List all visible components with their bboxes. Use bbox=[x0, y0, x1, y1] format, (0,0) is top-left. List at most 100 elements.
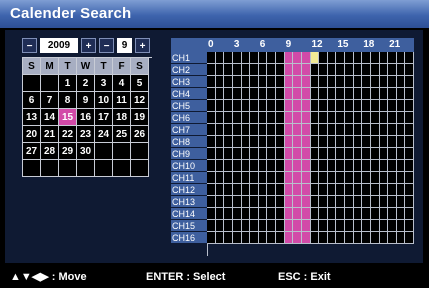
timeline-cell[interactable] bbox=[388, 52, 397, 64]
timeline-cell[interactable] bbox=[370, 52, 380, 64]
timeline-cell[interactable] bbox=[258, 76, 268, 88]
timeline-cell[interactable] bbox=[293, 172, 302, 184]
timeline-cell[interactable] bbox=[215, 124, 225, 136]
timeline-cell[interactable] bbox=[207, 184, 216, 196]
timeline-cell[interactable] bbox=[345, 76, 354, 88]
calendar-day[interactable]: 27 bbox=[23, 143, 41, 160]
timeline-cell[interactable] bbox=[301, 208, 311, 220]
timeline-cell[interactable] bbox=[345, 184, 354, 196]
timeline-cell[interactable] bbox=[379, 208, 389, 220]
timeline-cell[interactable] bbox=[284, 196, 294, 208]
timeline-cell[interactable] bbox=[362, 136, 371, 148]
timeline-cell[interactable] bbox=[293, 100, 302, 112]
timeline-cell[interactable] bbox=[319, 52, 328, 64]
timeline-cell[interactable] bbox=[301, 220, 311, 232]
timeline-cell[interactable] bbox=[362, 64, 371, 76]
timeline-cell[interactable] bbox=[241, 184, 251, 196]
timeline-cell[interactable] bbox=[379, 172, 389, 184]
timeline-cell[interactable] bbox=[215, 220, 225, 232]
timeline-cell[interactable] bbox=[241, 52, 251, 64]
calendar-day[interactable]: 4 bbox=[113, 75, 131, 92]
timeline-cell[interactable] bbox=[276, 232, 285, 244]
timeline-cell[interactable] bbox=[388, 88, 397, 100]
timeline-cell[interactable] bbox=[232, 124, 242, 136]
timeline-cell[interactable] bbox=[310, 220, 320, 232]
timeline-cell[interactable] bbox=[241, 64, 251, 76]
timeline-cell[interactable] bbox=[224, 208, 233, 220]
timeline-cell[interactable] bbox=[396, 172, 406, 184]
calendar-day[interactable]: 1 bbox=[59, 75, 77, 92]
timeline-cell[interactable] bbox=[207, 208, 216, 220]
timeline-cell[interactable] bbox=[327, 124, 337, 136]
timeline-cell[interactable] bbox=[345, 196, 354, 208]
timeline-cell[interactable] bbox=[345, 220, 354, 232]
timeline-cell[interactable] bbox=[284, 88, 294, 100]
timeline-cell[interactable] bbox=[284, 136, 294, 148]
timeline-cell[interactable] bbox=[370, 124, 380, 136]
timeline-cell[interactable] bbox=[396, 160, 406, 172]
timeline-cell[interactable] bbox=[241, 112, 251, 124]
timeline-cell[interactable] bbox=[336, 124, 345, 136]
timeline-cell[interactable] bbox=[250, 52, 259, 64]
timeline-cell[interactable] bbox=[405, 88, 414, 100]
timeline-cell[interactable] bbox=[345, 232, 354, 244]
timeline-cell[interactable] bbox=[258, 88, 268, 100]
timeline-cell[interactable] bbox=[388, 124, 397, 136]
timeline-cell[interactable] bbox=[276, 196, 285, 208]
timeline-cell[interactable] bbox=[284, 148, 294, 160]
timeline-cell[interactable] bbox=[379, 88, 389, 100]
timeline-cell[interactable] bbox=[319, 148, 328, 160]
timeline-cell[interactable] bbox=[207, 52, 216, 64]
calendar-day[interactable]: 25 bbox=[113, 126, 131, 143]
timeline-cell[interactable] bbox=[215, 184, 225, 196]
timeline-cell[interactable] bbox=[232, 64, 242, 76]
timeline-cell[interactable] bbox=[379, 76, 389, 88]
timeline-cell[interactable] bbox=[241, 148, 251, 160]
timeline-cell[interactable] bbox=[224, 220, 233, 232]
timeline-cell[interactable] bbox=[276, 136, 285, 148]
timeline-cell[interactable] bbox=[224, 112, 233, 124]
timeline-cell[interactable] bbox=[336, 76, 345, 88]
timeline-cell[interactable] bbox=[250, 100, 259, 112]
calendar-day[interactable]: 23 bbox=[77, 126, 95, 143]
timeline-cell[interactable] bbox=[267, 232, 276, 244]
timeline-cell[interactable] bbox=[396, 52, 406, 64]
timeline-cell[interactable] bbox=[258, 172, 268, 184]
timeline-cell[interactable] bbox=[267, 112, 276, 124]
timeline-cell[interactable] bbox=[232, 184, 242, 196]
timeline-cell[interactable] bbox=[405, 220, 414, 232]
timeline-cell[interactable] bbox=[267, 76, 276, 88]
timeline-cell[interactable] bbox=[207, 136, 216, 148]
timeline-cell[interactable] bbox=[301, 64, 311, 76]
timeline-cell[interactable] bbox=[353, 172, 363, 184]
timeline-cell[interactable] bbox=[232, 160, 242, 172]
timeline-cell[interactable] bbox=[396, 124, 406, 136]
timeline-cell[interactable] bbox=[258, 136, 268, 148]
timeline-cell[interactable] bbox=[353, 232, 363, 244]
timeline-cell[interactable] bbox=[310, 208, 320, 220]
timeline-cell[interactable] bbox=[310, 88, 320, 100]
timeline-cell[interactable] bbox=[370, 76, 380, 88]
calendar-day[interactable]: 11 bbox=[113, 92, 131, 109]
timeline-cell[interactable] bbox=[293, 136, 302, 148]
timeline-cell[interactable] bbox=[353, 208, 363, 220]
timeline-cell[interactable] bbox=[370, 232, 380, 244]
timeline-cell[interactable] bbox=[319, 100, 328, 112]
timeline-cell[interactable] bbox=[388, 220, 397, 232]
timeline-cell[interactable] bbox=[310, 136, 320, 148]
timeline-cell[interactable] bbox=[267, 220, 276, 232]
timeline-cell[interactable] bbox=[336, 88, 345, 100]
timeline-cell[interactable] bbox=[293, 160, 302, 172]
timeline-cell[interactable] bbox=[379, 100, 389, 112]
timeline-cell[interactable] bbox=[207, 148, 216, 160]
timeline-cell[interactable] bbox=[258, 100, 268, 112]
timeline-cell[interactable] bbox=[319, 88, 328, 100]
month-field[interactable]: 9 bbox=[117, 38, 132, 53]
timeline-cell[interactable] bbox=[388, 160, 397, 172]
timeline-cell[interactable] bbox=[250, 148, 259, 160]
timeline-cell[interactable] bbox=[327, 76, 337, 88]
timeline-cell[interactable] bbox=[405, 184, 414, 196]
timeline-cell[interactable] bbox=[310, 184, 320, 196]
timeline-cell[interactable] bbox=[379, 220, 389, 232]
timeline-cell[interactable] bbox=[379, 136, 389, 148]
